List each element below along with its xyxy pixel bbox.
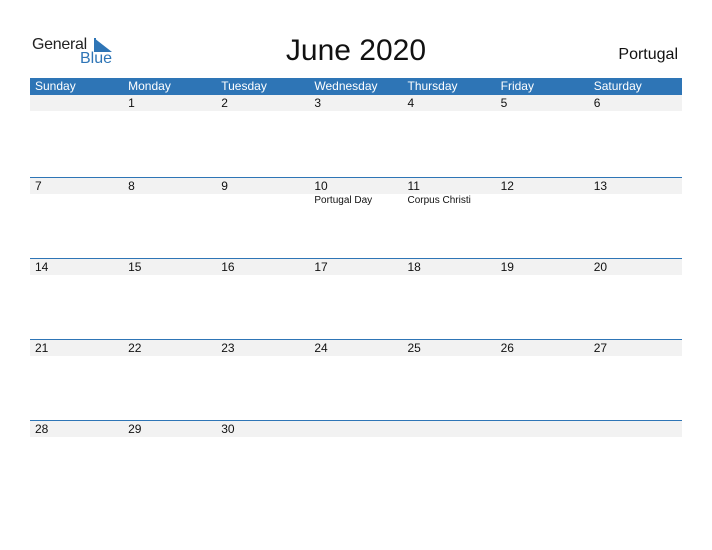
day-number-strip: 28 29 30 bbox=[30, 421, 682, 437]
day-number: 11 bbox=[407, 179, 420, 193]
day-number-strip: 1 2 3 4 5 6 bbox=[30, 95, 682, 111]
day-number: 30 bbox=[221, 422, 235, 436]
weekday-saturday: Saturday bbox=[593, 79, 642, 93]
day-number: 27 bbox=[593, 341, 608, 355]
day-number: 26 bbox=[500, 341, 514, 355]
weekday-thursday: Thursday bbox=[407, 79, 458, 93]
holiday-label bbox=[589, 194, 682, 208]
day-number: 12 bbox=[500, 179, 514, 193]
day-number: 6 bbox=[593, 96, 601, 110]
day-number: 29 bbox=[128, 422, 142, 436]
day-number: 19 bbox=[500, 260, 514, 274]
day-number: 17 bbox=[314, 260, 328, 274]
day-number: 15 bbox=[128, 260, 142, 274]
calendar-grid: Sunday Monday Tuesday Wednesday Thursday… bbox=[30, 78, 682, 501]
day-number-strip: 7 8 9 10 11 12 13 bbox=[30, 178, 682, 194]
day-number bbox=[589, 421, 682, 437]
day-number: 25 bbox=[407, 341, 421, 355]
holiday-label bbox=[30, 194, 123, 208]
day-number: 20 bbox=[593, 260, 608, 274]
day-number: 7 bbox=[35, 179, 42, 193]
day-number: 21 bbox=[35, 341, 49, 355]
page-title: June 2020 bbox=[285, 34, 427, 67]
week-row: 14 15 16 17 18 19 20 bbox=[30, 258, 682, 339]
weekday-friday: Friday bbox=[500, 79, 534, 93]
day-number: 18 bbox=[407, 260, 421, 274]
day-number: 10 bbox=[314, 179, 328, 193]
day-number: 5 bbox=[500, 96, 508, 110]
day-number: 23 bbox=[221, 341, 235, 355]
day-number: 8 bbox=[128, 179, 135, 193]
country-label: Portugal bbox=[618, 46, 678, 63]
week-row: 7 8 9 10 11 12 13 Portugal Day Corpus Christi bbox=[30, 177, 682, 258]
day-number: 13 bbox=[593, 179, 608, 193]
weekday-wednesday: Wednesday bbox=[314, 79, 378, 93]
day-number bbox=[403, 421, 496, 437]
week-row: 28 29 30 bbox=[30, 420, 682, 501]
holiday-label: Portugal Day bbox=[314, 195, 373, 206]
day-number: 16 bbox=[221, 260, 235, 274]
week-row: 1 2 3 4 5 6 bbox=[30, 95, 682, 177]
day-number: 24 bbox=[314, 341, 328, 355]
day-number: 4 bbox=[407, 96, 415, 110]
holiday-label bbox=[216, 194, 309, 208]
day-number: 14 bbox=[35, 260, 49, 274]
day-number-strip: 21 22 23 24 25 26 27 bbox=[30, 340, 682, 356]
weekday-tuesday: Tuesday bbox=[221, 79, 267, 93]
day-number bbox=[30, 95, 123, 111]
day-number: 9 bbox=[221, 179, 228, 193]
weekday-monday: Monday bbox=[128, 79, 171, 93]
holiday-label: Corpus Christi bbox=[407, 195, 471, 206]
day-number: 3 bbox=[314, 96, 322, 110]
week-row: 21 22 23 24 25 26 27 bbox=[30, 339, 682, 420]
day-number: 1 bbox=[128, 96, 135, 110]
day-number: 22 bbox=[128, 341, 142, 355]
weekday-header: Sunday Monday Tuesday Wednesday Thursday… bbox=[30, 78, 682, 95]
holiday-label bbox=[123, 194, 216, 208]
holiday-label bbox=[496, 194, 589, 208]
day-number: 28 bbox=[35, 422, 49, 436]
day-number bbox=[309, 421, 402, 437]
day-number-strip: 14 15 16 17 18 19 20 bbox=[30, 259, 682, 275]
day-number: 2 bbox=[221, 96, 228, 110]
weekday-sunday: Sunday bbox=[35, 79, 76, 93]
day-number bbox=[496, 421, 589, 437]
events-strip: Portugal Day Corpus Christi bbox=[30, 194, 682, 208]
